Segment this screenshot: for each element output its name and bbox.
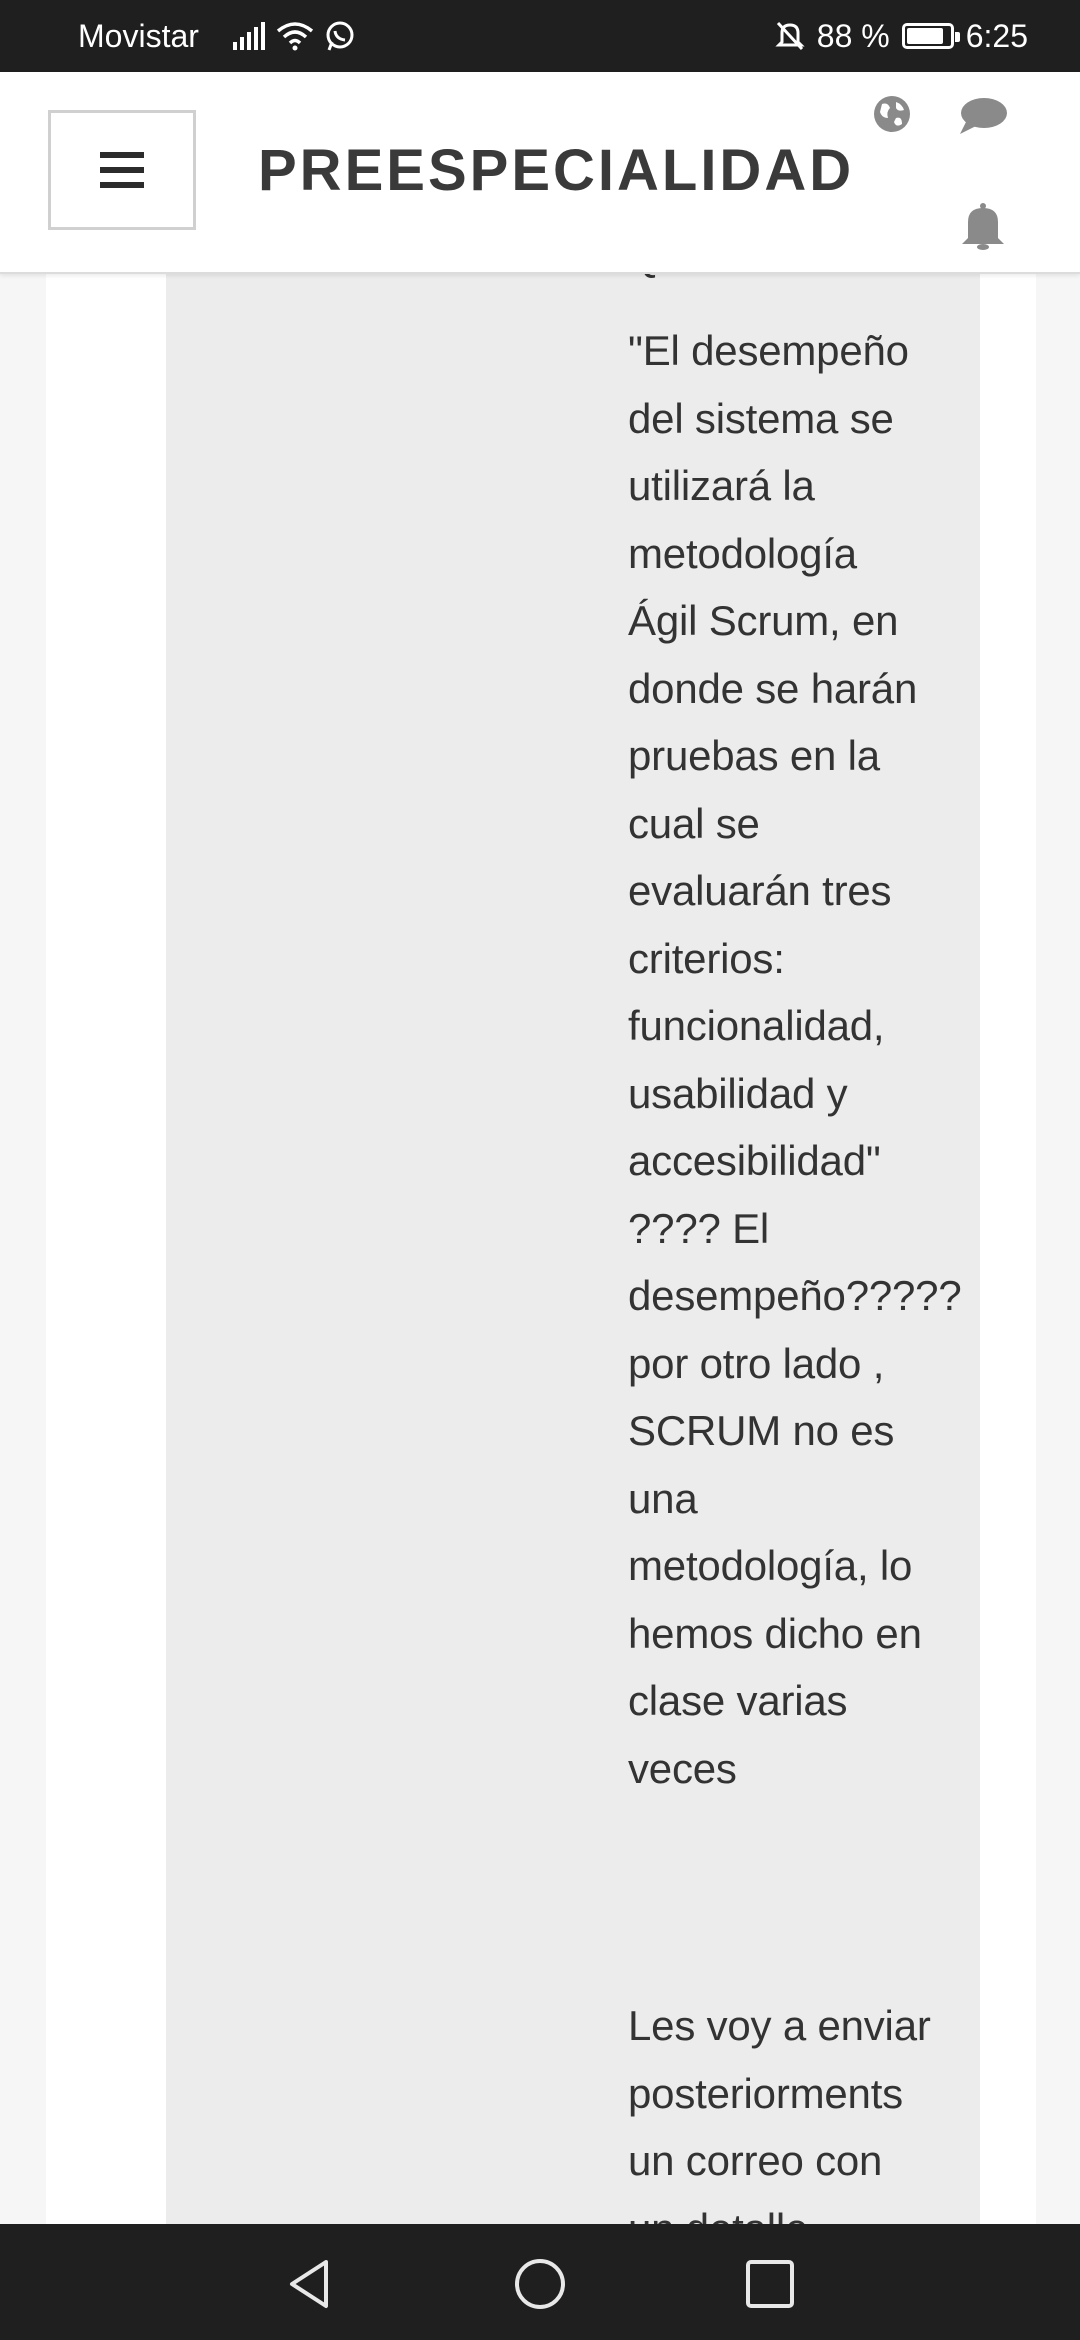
battery-level (906, 28, 944, 44)
wifi-icon (276, 22, 314, 51)
app-header: PREESPECIALIDAD (0, 72, 1080, 274)
site-title[interactable]: PREESPECIALIDAD (258, 136, 854, 206)
battery-icon (901, 23, 960, 49)
status-icons (232, 18, 356, 54)
chat-bubble-icon[interactable] (958, 96, 1008, 138)
globe-icon[interactable] (872, 94, 912, 134)
carrier-name: Movistar (78, 18, 199, 54)
status-right: 88 % 6:25 (775, 16, 1028, 56)
home-icon[interactable] (512, 2256, 568, 2312)
message-paragraph: Les voy a enviar posteriorments un corre… (628, 2002, 931, 2224)
clock: 6:25 (965, 18, 1028, 54)
signal-icon (233, 22, 265, 50)
bell-icon[interactable] (960, 202, 1006, 250)
battery-percent: 88 % (816, 18, 890, 54)
recents-icon[interactable] (742, 2256, 798, 2312)
mute-bell-icon (775, 21, 805, 51)
back-icon[interactable] (282, 2256, 338, 2312)
status-bar: Movistar 88 % 6:25 (0, 0, 1080, 72)
whatsapp-icon (326, 21, 354, 51)
hamburger-icon (100, 152, 144, 188)
message-paragraph: "El desempeño del sistema se utilizará l… (628, 327, 962, 1792)
menu-button[interactable] (48, 110, 196, 230)
nav-bar (0, 2224, 1080, 2340)
content-area: QUEDAMOS??? "El desempeño del sistema se… (0, 272, 1080, 2224)
